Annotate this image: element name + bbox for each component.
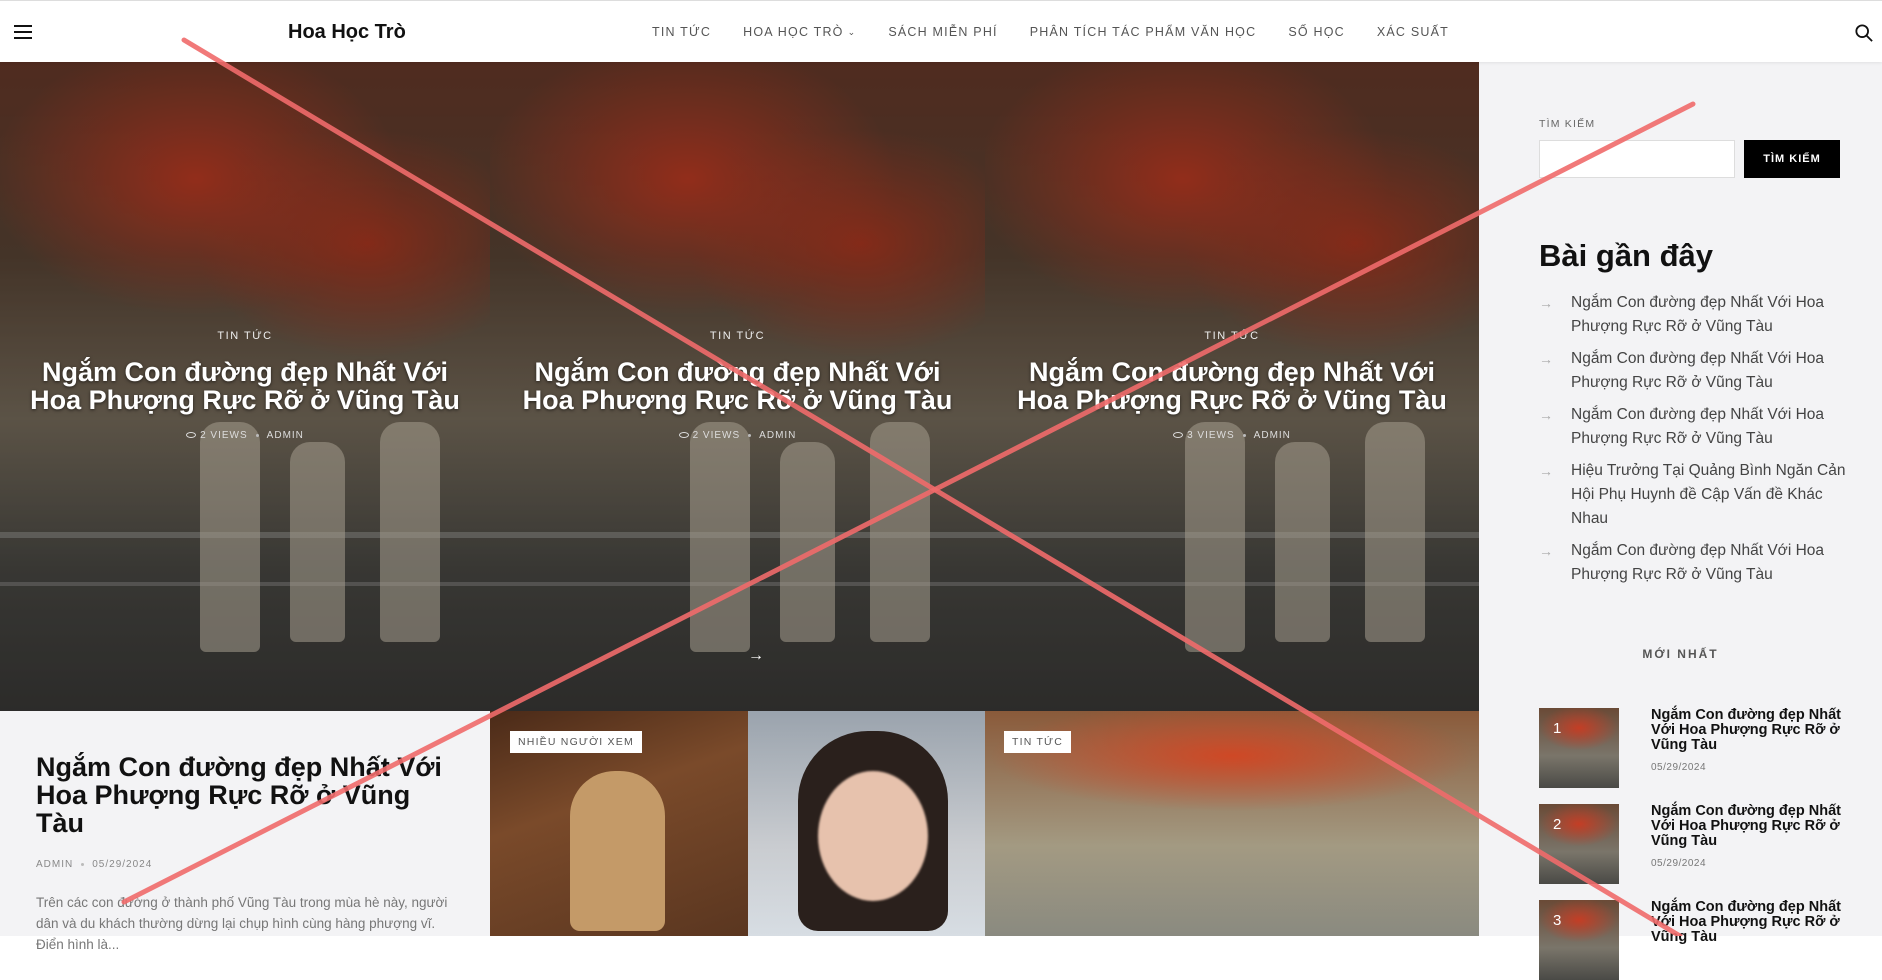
newest-rank: 3: [1553, 912, 1562, 929]
nav-item-hoa-hoc-tro[interactable]: HOA HỌC TRÒ ⌄: [743, 25, 856, 39]
tile-image-popular-2[interactable]: [748, 711, 985, 936]
chevron-down-icon: ⌄: [847, 27, 857, 37]
slide-views: 2 VIEWS: [200, 430, 248, 441]
arrow-right-icon: →: [1539, 407, 1553, 423]
newest-title[interactable]: Ngắm Con đường đẹp Nhất Với Hoa Phượng R…: [1651, 804, 1846, 849]
post-meta: ADMIN 05/29/2024: [36, 859, 454, 870]
search-input[interactable]: [1539, 140, 1735, 178]
next-arrow-icon[interactable]: →: [748, 647, 764, 665]
recent-post-item[interactable]: → Ngắm Con đường đẹp Nhất Với Hoa Phượng …: [1539, 539, 1849, 587]
hero-slide[interactable]: TIN TỨC Ngắm Con đường đẹp Nhất Với Hoa …: [985, 62, 1479, 711]
recent-post-title[interactable]: Ngắm Con đường đẹp Nhất Với Hoa Phượng R…: [1571, 294, 1824, 335]
arrow-right-icon: →: [1539, 463, 1553, 479]
tile-label-news[interactable]: TIN TỨC: [1004, 731, 1072, 753]
slide-category[interactable]: TIN TỨC: [0, 330, 490, 342]
recent-post-item[interactable]: → Ngắm Con đường đẹp Nhất Với Hoa Phượng …: [1539, 291, 1849, 339]
newest-date: 05/29/2024: [1651, 762, 1707, 773]
hero-slider: TIN TỨC Ngắm Con đường đẹp Nhất Với Hoa …: [0, 62, 1479, 711]
newest-heading: MỚI NHẤT: [1642, 647, 1719, 661]
arrow-right-icon: →: [1539, 351, 1553, 367]
recent-post-title[interactable]: Ngắm Con đường đẹp Nhất Với Hoa Phượng R…: [1571, 542, 1824, 583]
eye-icon: [186, 432, 197, 439]
post-date: 05/29/2024: [92, 859, 153, 870]
search-label: TÌM KIẾM: [1539, 118, 1596, 130]
site-logo[interactable]: Hoa Học Trò: [288, 21, 406, 44]
newest-item[interactable]: 1 Ngắm Con đường đẹp Nhất Với Hoa Phượng…: [1539, 708, 1859, 788]
recent-posts-list: → Ngắm Con đường đẹp Nhất Với Hoa Phượng …: [1539, 291, 1849, 595]
sidebar: TÌM KIẾM TÌM KIẾM Bài gần đây → Ngắm Con …: [1479, 62, 1882, 980]
recent-post-title[interactable]: Ngắm Con đường đẹp Nhất Với Hoa Phượng R…: [1571, 406, 1824, 447]
newest-rank: 2: [1553, 816, 1562, 833]
search-icon[interactable]: [1855, 24, 1873, 42]
site-header: Hoa Học Trò TIN TỨC HOA HỌC TRÒ ⌄ SÁCH MI…: [0, 0, 1882, 62]
eye-icon: [1173, 432, 1184, 439]
newest-thumb[interactable]: 2: [1539, 804, 1619, 884]
slide-meta: 3 VIEWS ADMIN: [985, 430, 1479, 441]
feature-post: Ngắm Con đường đẹp Nhất Với Hoa Phượng R…: [0, 711, 490, 952]
eye-icon: [678, 432, 689, 439]
newest-date: 05/29/2024: [1651, 858, 1707, 869]
hero-slide[interactable]: TIN TỨC Ngắm Con đường đẹp Nhất Với Hoa …: [490, 62, 985, 711]
slide-author[interactable]: ADMIN: [1254, 430, 1291, 441]
newest-thumb[interactable]: 3: [1539, 900, 1619, 980]
post-excerpt: Trên các con đường ở thành phố Vũng Tàu …: [36, 895, 448, 952]
slide-meta: 2 VIEWS ADMIN: [0, 430, 490, 441]
main-nav: TIN TỨC HOA HỌC TRÒ ⌄ SÁCH MIỄN PHÍ PHÂN …: [652, 25, 1481, 39]
recent-post-item[interactable]: → Hiệu Trưởng Tại Quảng Bình Ngăn Cản Hội…: [1539, 459, 1849, 531]
slide-author[interactable]: ADMIN: [267, 430, 304, 441]
slide-title[interactable]: Ngắm Con đường đẹp Nhất Với Hoa Phượng R…: [18, 358, 472, 414]
recent-posts-heading: Bài gần đây: [1539, 238, 1713, 273]
nav-item-label: HOA HỌC TRÒ: [743, 25, 844, 39]
tile-label-popular[interactable]: NHIỀU NGƯỜI XEM: [510, 731, 642, 753]
recent-post-title[interactable]: Hiệu Trưởng Tại Quảng Bình Ngăn Cản Hội …: [1571, 462, 1845, 527]
recent-post-item[interactable]: → Ngắm Con đường đẹp Nhất Với Hoa Phượng …: [1539, 347, 1849, 395]
nav-item-so-hoc[interactable]: SỐ HỌC: [1288, 25, 1345, 39]
hero-slide[interactable]: TIN TỨC Ngắm Con đường đẹp Nhất Với Hoa …: [0, 62, 490, 711]
post-author[interactable]: ADMIN: [36, 859, 73, 870]
recent-post-item[interactable]: → Ngắm Con đường đẹp Nhất Với Hoa Phượng …: [1539, 403, 1849, 451]
arrow-right-icon: →: [1539, 295, 1553, 311]
nav-item-phan-tich[interactable]: PHÂN TÍCH TÁC PHẨM VĂN HỌC: [1030, 25, 1257, 39]
slide-category[interactable]: TIN TỨC: [490, 330, 985, 342]
slide-title[interactable]: Ngắm Con đường đẹp Nhất Với Hoa Phượng R…: [1003, 358, 1461, 414]
search-button[interactable]: TÌM KIẾM: [1744, 140, 1840, 178]
nav-item-sach-mien-phi[interactable]: SÁCH MIỄN PHÍ: [888, 25, 997, 39]
post-title[interactable]: Ngắm Con đường đẹp Nhất Với Hoa Phượng R…: [36, 753, 454, 837]
slide-author[interactable]: ADMIN: [759, 430, 796, 441]
hamburger-icon[interactable]: [14, 25, 32, 39]
recent-post-title[interactable]: Ngắm Con đường đẹp Nhất Với Hoa Phượng R…: [1571, 350, 1824, 391]
newest-item[interactable]: 3 Ngắm Con đường đẹp Nhất Với Hoa Phượng…: [1539, 900, 1859, 980]
slide-views: 3 VIEWS: [1187, 430, 1235, 441]
newest-item[interactable]: 2 Ngắm Con đường đẹp Nhất Với Hoa Phượng…: [1539, 804, 1859, 884]
newest-title[interactable]: Ngắm Con đường đẹp Nhất Với Hoa Phượng R…: [1651, 708, 1846, 753]
slide-title[interactable]: Ngắm Con đường đẹp Nhất Với Hoa Phượng R…: [508, 358, 967, 414]
newest-rank: 1: [1553, 720, 1562, 737]
arrow-right-icon: →: [1539, 543, 1553, 559]
nav-item-xac-suat[interactable]: XÁC SUẤT: [1377, 25, 1449, 39]
nav-item-tin-tuc[interactable]: TIN TỨC: [652, 25, 711, 39]
newest-thumb[interactable]: 1: [1539, 708, 1619, 788]
slide-category[interactable]: TIN TỨC: [985, 330, 1479, 342]
newest-title[interactable]: Ngắm Con đường đẹp Nhất Với Hoa Phượng R…: [1651, 900, 1846, 945]
slide-meta: 2 VIEWS ADMIN: [490, 430, 985, 441]
slide-views: 2 VIEWS: [692, 430, 741, 441]
